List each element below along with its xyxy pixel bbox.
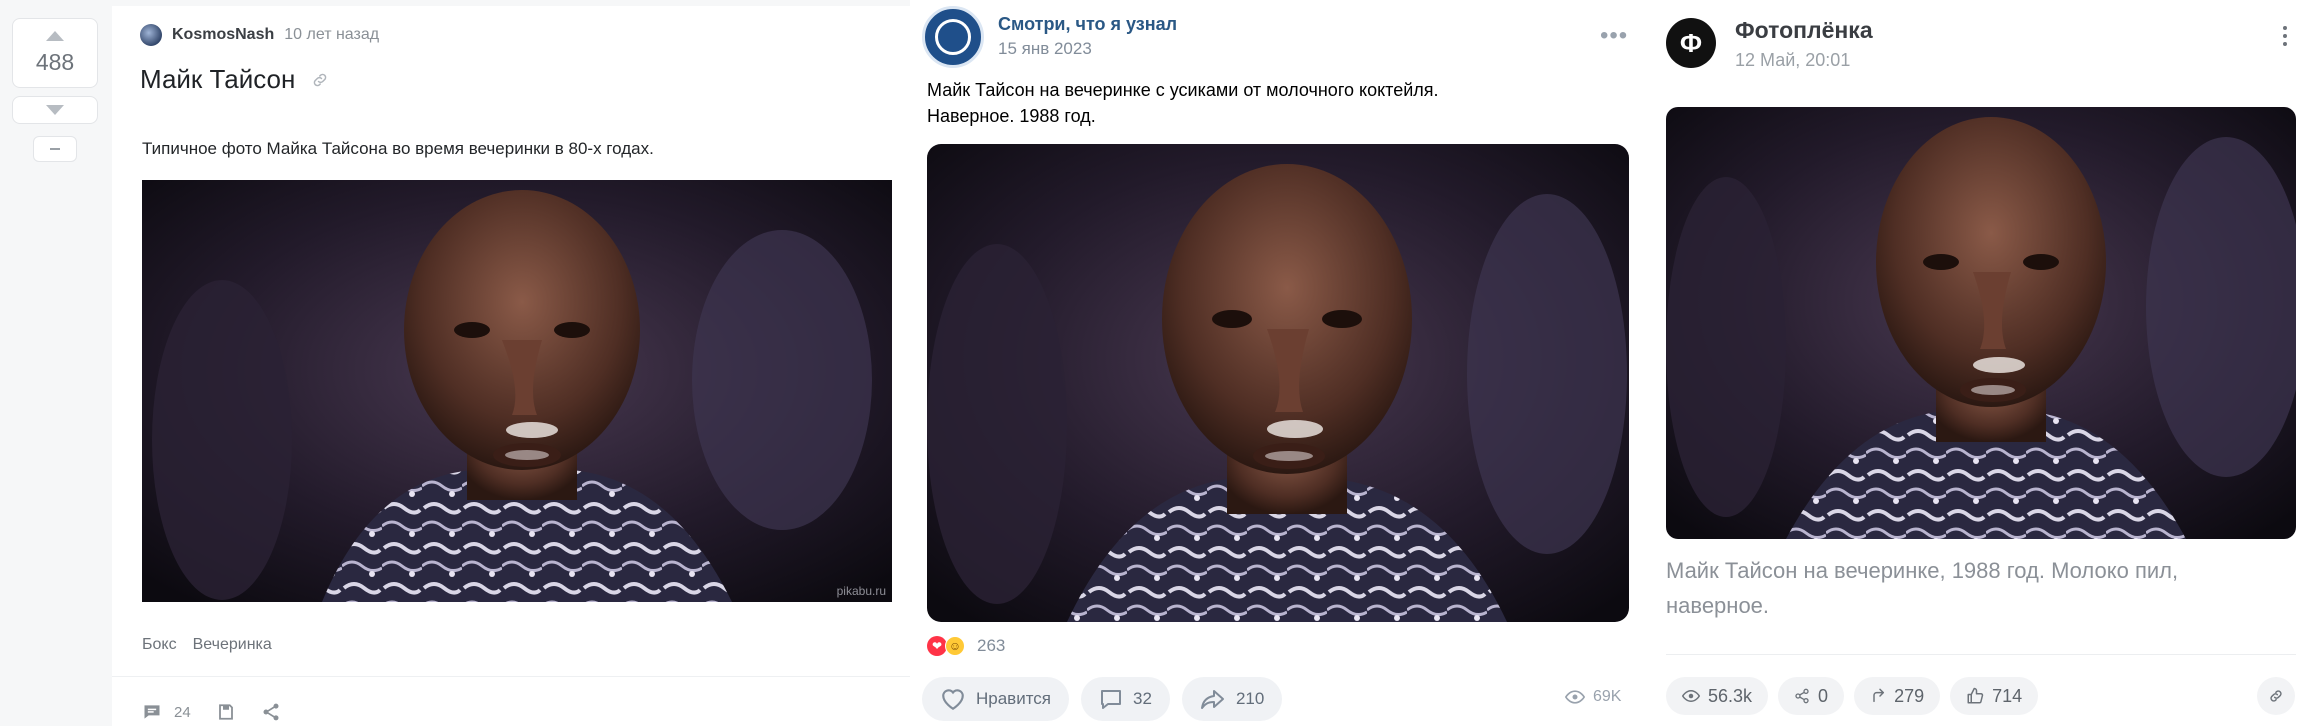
link-icon [2270, 690, 2282, 702]
author-name[interactable]: KosmosNash [172, 26, 274, 44]
post-photo[interactable] [927, 144, 1629, 622]
share-nodes-icon [1795, 688, 1809, 704]
post-actions: Нравится 32 210 [922, 677, 1283, 721]
vk-post-panel: Смотри, что я узнал 15 янв 2023 ••• Майк… [910, 0, 1645, 726]
heart-icon [942, 689, 964, 711]
avatar[interactable] [922, 6, 984, 68]
like-button[interactable]: Нравится [922, 677, 1070, 721]
share-button[interactable]: 279 [1854, 677, 1941, 715]
reposts-count: 0 [1818, 685, 1829, 706]
post-text: Майк Тайсон на вечеринке, 1988 год. Моло… [1666, 558, 2179, 618]
rating-box: 488 [12, 18, 98, 88]
tag-item[interactable]: Бокс [142, 636, 177, 654]
tags-list: Бокс Вечеринка [142, 636, 272, 654]
post-text: Типичное фото Майка Тайсона во время веч… [142, 139, 654, 158]
comments-button[interactable]: 32 [1081, 677, 1170, 721]
comments-count: 24 [174, 703, 191, 721]
tag-item[interactable]: Вечеринка [193, 636, 272, 654]
post-text: Майк Тайсон на вечеринке с усиками от мо… [927, 77, 1439, 129]
post-actions: 24 [142, 702, 281, 722]
views-count: 56.3k [1708, 685, 1753, 706]
post-date[interactable]: 15 янв 2023 [998, 39, 1092, 59]
copy-link-button[interactable] [2257, 677, 2295, 715]
save-icon[interactable] [217, 703, 235, 721]
reactions-count: 263 [977, 636, 1006, 655]
minus-icon [50, 148, 60, 150]
divider [1666, 654, 2296, 655]
thumbs-up-icon [1967, 687, 1984, 704]
post-header: KosmosNash 10 лет назад [140, 24, 379, 46]
divider [112, 676, 910, 677]
downvote-button[interactable] [12, 96, 98, 124]
pikabu-post-panel: 488 KosmosNash 10 лет назад Майк Тайсон … [0, 0, 910, 726]
post-title-row: Майк Тайсон [140, 64, 329, 95]
share-icon[interactable] [261, 702, 281, 722]
comments-button[interactable]: 24 [142, 702, 191, 722]
watermark: pikabu.ru [836, 584, 886, 598]
avatar[interactable] [140, 24, 162, 46]
link-icon[interactable] [311, 71, 329, 89]
share-button[interactable]: 210 [1181, 677, 1283, 721]
post-card: KosmosNash 10 лет назад Майк Тайсон Типи… [112, 6, 910, 726]
shares-count: 210 [1235, 689, 1265, 708]
comment-icon [1101, 690, 1122, 709]
more-vertical-icon[interactable] [2283, 26, 2287, 46]
channel-logo-icon[interactable]: Ф [1666, 18, 1716, 68]
post-text-line: Наверное. 1988 год. [927, 106, 1096, 126]
eye-icon [1565, 690, 1585, 704]
views-button[interactable]: 56.3k [1666, 677, 1769, 715]
like-button[interactable]: 714 [1950, 677, 2039, 715]
group-name[interactable]: Смотри, что я узнал [998, 14, 1177, 35]
share-arrow-icon [1200, 690, 1224, 709]
post-time: 10 лет назад [284, 26, 380, 43]
downvote-arrow-icon [46, 105, 64, 115]
more-icon[interactable]: ••• [1600, 22, 1628, 50]
post-date: 12 Май, 20:01 [1735, 50, 1851, 70]
page-title[interactable]: Майк Тайсон [140, 64, 295, 95]
post-photo[interactable]: pikabu.ru [142, 180, 892, 602]
repost-button[interactable]: 0 [1778, 677, 1845, 715]
comment-icon [144, 705, 160, 719]
rating-block: 488 [12, 18, 98, 162]
views-counter: 69K [1565, 688, 1621, 706]
shares-count: 279 [1894, 685, 1925, 706]
post-text-line: Майк Тайсон на вечеринке с усиками от мо… [927, 80, 1439, 100]
heart-reaction-icon: ❤ [927, 636, 947, 656]
dzen-post-panel: Ф Фотоплёнка 12 Май, 20:01 Майк Тайсон н… [1645, 0, 2316, 726]
views-count: 69K [1593, 688, 1622, 705]
eye-icon [1682, 689, 1700, 703]
comments-count: 32 [1133, 689, 1152, 708]
channel-name[interactable]: Фотоплёнка [1735, 17, 1873, 44]
rating-count: 488 [35, 48, 75, 75]
reactions-summary[interactable]: ❤ ☺ 263 [927, 636, 1005, 656]
post-actions: 56.3k 0 279 714 [1666, 677, 2039, 715]
lightbulb-icon [935, 19, 971, 55]
upvote-arrow-icon[interactable] [46, 30, 64, 41]
share-arrow-icon [1873, 688, 1885, 703]
laugh-reaction-icon: ☺ [945, 636, 965, 656]
collapse-button[interactable] [33, 136, 77, 162]
likes-count: 714 [1992, 685, 2023, 706]
like-label: Нравится [976, 689, 1052, 708]
post-photo[interactable] [1666, 107, 2296, 539]
